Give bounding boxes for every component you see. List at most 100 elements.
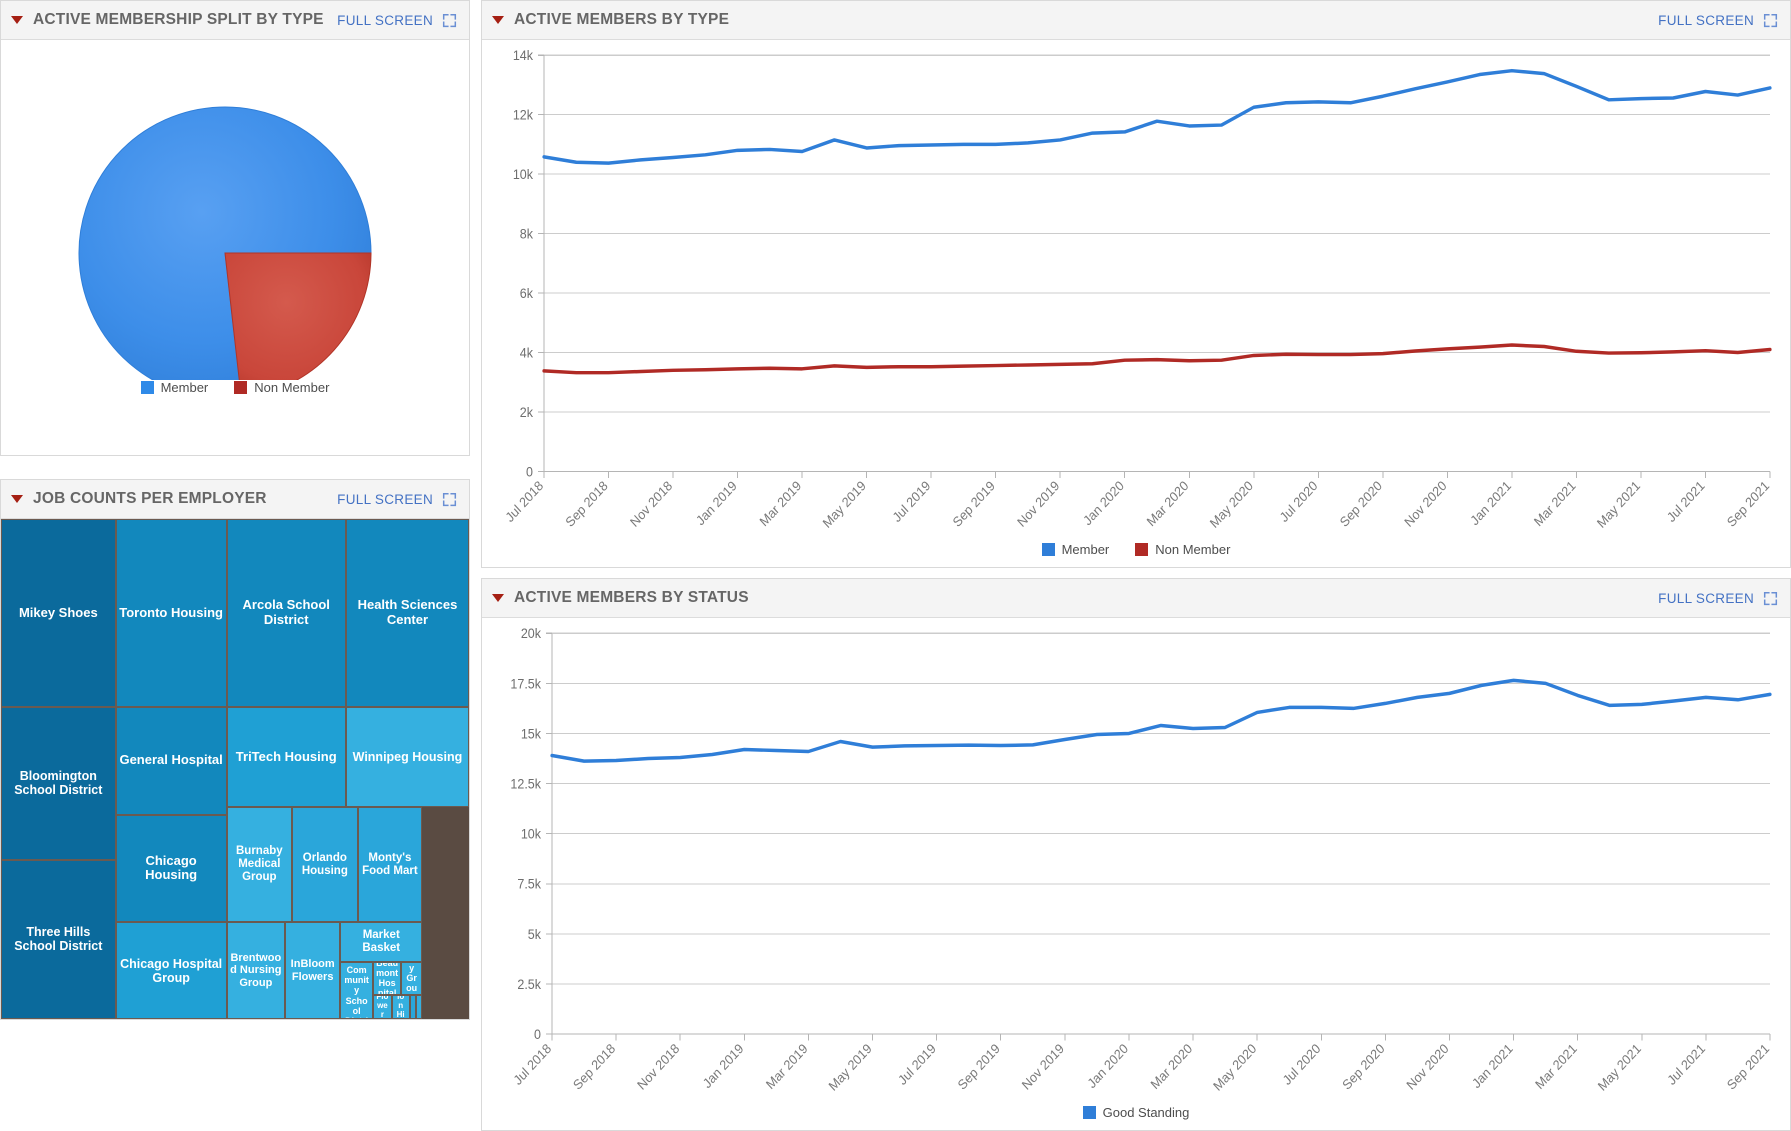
legend-item[interactable]: Good Standing — [1082, 1105, 1189, 1120]
legend-label-member: Member — [160, 380, 209, 395]
x-axis-tick-label: May 2019 — [826, 1041, 875, 1094]
panel-header-job-counts: JOB COUNTS PER EMPLOYER FULL SCREEN — [1, 480, 469, 519]
y-axis-tick-label: 20k — [521, 626, 542, 642]
x-axis-tick-label: Jul 2020 — [1280, 1041, 1324, 1088]
treemap-cell[interactable]: InBloom Flowers — [285, 922, 341, 1019]
panel-active-membership-split: ACTIVE MEMBERSHIP SPLIT BY TYPE FULL SCR… — [0, 0, 470, 456]
line-chart-members-by-status[interactable]: 0 2.5k 5k 7.5k 10k 12.5k 15k 17.5k 20k Jul 2018 Se… — [482, 618, 1790, 1130]
y-axis-tick-label: 0 — [534, 1027, 541, 1043]
treemap-cell[interactable]: Three Hills School District — [1, 859, 116, 1019]
legend-swatch-non-member — [234, 381, 248, 394]
dashboard-root: ACTIVE MEMBERSHIP SPLIT BY TYPE FULL SCR… — [0, 0, 1791, 1131]
treemap-cell[interactable]: Market Basket — [340, 922, 423, 962]
legend-item-non-member[interactable]: Non Member — [234, 380, 329, 395]
line-chart-members-by-type[interactable]: 0 2k 4k 6k 8k 10k 12k 14k Jul 2018 Sep 2018 Nov 20… — [482, 40, 1790, 567]
treemap-cell[interactable] — [416, 994, 423, 1019]
treemap-cell[interactable]: Arcola School District — [226, 519, 346, 707]
collapse-caret-icon[interactable] — [11, 495, 23, 503]
fullscreen-control-job-counts[interactable]: FULL SCREEN — [337, 492, 457, 507]
x-axis-tick-label: Nov 2020 — [1401, 478, 1449, 530]
y-axis-tick-label: 5k — [528, 926, 542, 942]
treemap-cell-label: Orlando Housing — [301, 851, 348, 877]
treemap-cell-label: General Hospital — [119, 752, 223, 768]
series-line-good-standing[interactable] — [550, 678, 1772, 763]
x-axis-tick-label: Mar 2019 — [757, 478, 804, 530]
fullscreen-label: FULL SCREEN — [1658, 12, 1754, 28]
treemap-cell[interactable]: Mikey Shoes — [1, 519, 116, 707]
x-axis-tick-label: May 2021 — [1594, 478, 1643, 531]
legend-item[interactable]: Member — [1041, 542, 1110, 557]
treemap-cell-label — [411, 1006, 415, 1008]
treemap-cell-label: Three Hills School District — [14, 925, 103, 954]
pie-chart[interactable] — [1, 50, 469, 380]
x-axis-tick-label: Jul 2021 — [1664, 1041, 1708, 1088]
series-line-non-member[interactable] — [542, 343, 1772, 375]
treemap-cell[interactable]: Buy Group — [401, 962, 423, 995]
panel-title-membership-split: ACTIVE MEMBERSHIP SPLIT BY TYPE — [33, 11, 324, 28]
legend-swatch-member — [140, 381, 154, 394]
treemap-cell[interactable]: TriTech Housing — [226, 707, 346, 807]
x-axis-tick-label: Jul 2018 — [510, 1041, 554, 1088]
treemap-cell[interactable]: Beaumont Hospital — [373, 962, 402, 995]
treemap-chart[interactable]: Mikey Shoes Toronto Housing Arcola School … — [1, 519, 469, 1019]
treemap-cell[interactable]: Winnipeg Housing — [345, 707, 469, 807]
collapse-caret-icon[interactable] — [11, 16, 23, 24]
series-line-member[interactable] — [542, 68, 1772, 165]
fullscreen-label: FULL SCREEN — [337, 12, 433, 28]
treemap-cell[interactable]: Orlando Housing — [292, 807, 358, 922]
x-axis-tick-label: Nov 2020 — [1404, 1041, 1452, 1093]
treemap-cell[interactable]: General Hospital — [115, 707, 227, 815]
treemap-cell-label: TriTech Housing — [235, 748, 337, 764]
fullscreen-control-members-by-status[interactable]: FULL SCREEN — [1658, 591, 1778, 606]
treemap-cell[interactable]: Union High — [391, 994, 410, 1019]
treemap-cell-label: Mikey Shoes — [18, 604, 98, 620]
treemap-cell[interactable]: The Flower Shop — [373, 994, 392, 1019]
treemap-cell[interactable]: Burnaby Medical Group — [226, 807, 293, 922]
legend-label-non-member: Non Member — [254, 380, 330, 395]
panel-active-members-by-type: ACTIVE MEMBERS BY TYPE FULL SCREEN 0 2k 4k… — [481, 0, 1791, 568]
panel-header-members-by-type: ACTIVE MEMBERS BY TYPE FULL SCREEN — [482, 1, 1790, 40]
collapse-caret-icon[interactable] — [492, 594, 504, 602]
line-chart-members-by-type-area: 0 2k 4k 6k 8k 10k 12k 14k Jul 2018 Sep 2018 Nov 20… — [482, 40, 1790, 567]
x-axis-tick-label: Mar 2019 — [763, 1041, 810, 1093]
x-axis-tick-label: Nov 2019 — [1014, 478, 1062, 530]
x-axis-tick-label: Nov 2018 — [627, 478, 675, 530]
legend-item-member[interactable]: Member — [140, 380, 209, 395]
x-axis-tick-label: Nov 2018 — [634, 1041, 682, 1093]
treemap-cell-label: Chandler Community School District — [344, 963, 369, 1018]
legend-members-by-status: Good Standing — [482, 1105, 1790, 1120]
treemap-cell-label: Arcola School District — [242, 597, 330, 627]
treemap-cell[interactable]: Health Sciences Center — [345, 519, 469, 707]
treemap-cell[interactable]: Chicago Hospital Group — [115, 922, 227, 1019]
treemap-cell-label: Health Sciences Center — [357, 597, 458, 627]
treemap-cell-label: Chicago Housing — [145, 852, 198, 883]
treemap-cell-label: The Flower Shop — [376, 994, 389, 1019]
treemap-cell-label: Buy Group — [406, 963, 418, 994]
treemap-cell[interactable]: Toronto Housing — [115, 519, 227, 707]
legend-label: Member — [1061, 542, 1110, 557]
treemap-cell[interactable]: Brentwood Nursing Group — [226, 922, 286, 1019]
fullscreen-control-membership-split[interactable]: FULL SCREEN — [337, 13, 457, 28]
expand-icon — [1763, 13, 1778, 27]
panel-body-job-counts: Mikey Shoes Toronto Housing Arcola School … — [1, 519, 469, 1019]
y-axis-tick-label: 10k — [521, 826, 542, 842]
treemap-cell[interactable]: Bloomington School District — [1, 707, 116, 860]
collapse-caret-icon[interactable] — [492, 16, 504, 24]
y-axis-tick-label: 14k — [513, 48, 534, 64]
treemap-cell-label: Brentwood Nursing Group — [230, 952, 282, 989]
panel-title-job-counts: JOB COUNTS PER EMPLOYER — [33, 490, 267, 507]
treemap-cell-label — [417, 1006, 421, 1008]
y-axis-tick-label: 0 — [526, 464, 533, 480]
fullscreen-control-members-by-type[interactable]: FULL SCREEN — [1658, 13, 1778, 28]
x-axis-tick-label: Jan 2021 — [1469, 1041, 1515, 1092]
x-axis-tick-label: Sep 2019 — [950, 478, 998, 530]
pie-slice-non-member[interactable] — [224, 252, 372, 380]
treemap-cell[interactable]: Chicago Housing — [115, 814, 227, 922]
y-axis-tick-label: 6k — [520, 285, 534, 301]
treemap-cell-label: Bloomington School District — [14, 769, 103, 798]
legend-item[interactable]: Non Member — [1135, 542, 1230, 557]
treemap-cell[interactable]: Chandler Community School District — [340, 962, 374, 1019]
treemap-cell-label: InBloom Flowers — [290, 958, 335, 983]
y-axis-tick-label: 17.5k — [510, 676, 541, 692]
treemap-cell[interactable]: Monty's Food Mart — [357, 807, 423, 922]
